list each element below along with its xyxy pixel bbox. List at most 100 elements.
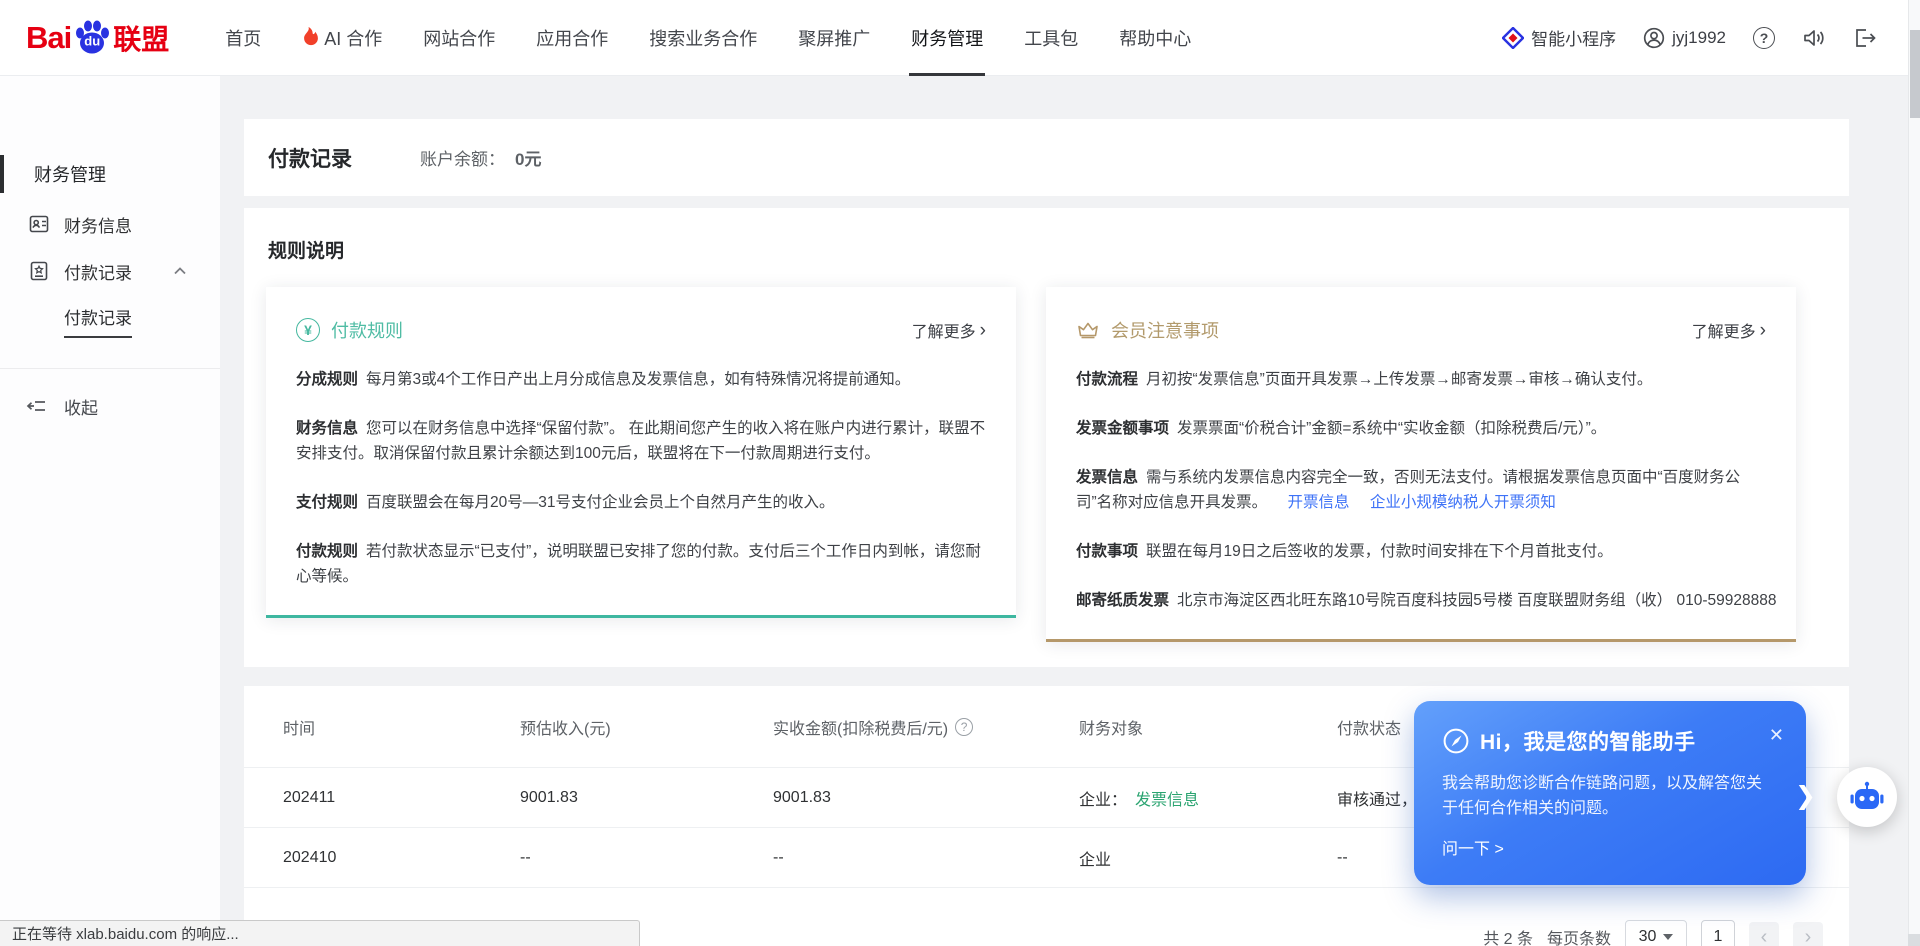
username: jyj1992 [1672,28,1726,48]
rule-item: 付款规则若付款状态显示“已支付”，说明联盟已安排了您的付款。支付后三个工作日内到… [296,539,986,589]
chevron-right-icon: › [980,321,986,340]
small-taxpayer-invoice-guide-link[interactable]: 企业小规模纳税人开票须知 [1370,494,1556,511]
caret-down-icon [1663,934,1673,940]
rule-item: 付款事项联盟在每月19日之后签收的发票，付款时间安排在下个月首批支付。 [1076,539,1766,564]
invoice-info-row-link[interactable]: 发票信息 [1135,792,1199,809]
rule-item: 财务信息您可以在财务信息中选择“保留付款”。 在此期间您产生的收入将在账户内进行… [296,416,986,466]
top-nav-right: 智能小程序 jyj1992 ? [1502,25,1876,50]
col-header-estimated-income: 预估收入(元) [520,715,773,739]
rules-heading: 规则说明 [268,236,1825,263]
main-menu: 首页 AI 合作 网站合作 应用合作 搜索业务合作 聚屏推广 财务管理 工具包 … [225,0,1191,76]
sidebar-collapse-button[interactable]: 收起 [0,392,220,420]
mini-program-entry[interactable]: 智能小程序 [1502,25,1616,50]
scrollbar-corner [1908,934,1920,946]
rule-item: 支付规则百度联盟会在每月20号—31号支付企业会员上个自然月产生的收入。 [296,490,986,515]
cell-time: 202411 [283,789,520,807]
cell-entity: 企业：发票信息 [1079,786,1337,810]
rule-item: 分成规则每月第3或4个工作日产出上月分成信息及发票信息，如有特殊情况将提前通知。 [296,367,986,392]
page-number[interactable]: 1 [1701,920,1735,946]
page-header-card: 付款记录 账户余额： 0元 [244,119,1849,196]
rules-section: 规则说明 ¥ 付款规则 了解更多 › 分成规则每月第3或4个工作日产出上月分成信… [244,208,1849,667]
member-notes-title: 会员注意事项 [1111,317,1219,343]
sidebar-divider [0,368,220,369]
browser-status-bar: 正在等待 xlab.baidu.com 的响应... [0,920,640,946]
mini-program-diamond-icon [1502,27,1524,49]
question-circle-icon[interactable]: ? [955,718,973,736]
rule-item: 邮寄纸质发票北京市海淀区西北旺东路10号院百度科技园5号楼 百度联盟财务组（收）… [1076,588,1766,613]
top-nav: Bai du 联盟 首页 AI 合作 网站合作 [0,0,1920,76]
crown-icon [1076,318,1100,342]
sidebar-item-payment-records[interactable]: 付款记录 [0,257,220,285]
account-balance-label: 账户余额： [420,145,505,170]
page-title: 付款记录 [268,143,352,173]
payment-records-icon [28,260,50,282]
logo-text-bai: Bai [26,20,71,56]
close-icon[interactable]: ✕ [1769,725,1784,746]
pagination: 共 2 条 每页条数 30 1 ‹ › [1483,920,1823,946]
next-page-button[interactable]: › [1793,922,1823,946]
help-icon[interactable]: ? [1753,27,1775,49]
collapse-arrow-icon [26,395,48,417]
payment-rules-more-link[interactable]: 了解更多 › [912,318,986,342]
user-icon [1643,27,1665,49]
assistant-message: 我会帮助您诊断合作链路问题，以及解答您关于任何合作相关的问题。 [1442,771,1776,821]
popup-next-arrow-icon[interactable]: ❯ [1795,781,1816,811]
cell-estimated: 9001.83 [520,789,773,807]
user-account[interactable]: jyj1992 [1643,27,1726,49]
rule-item: 发票信息需与系统内发票信息内容完全一致，否则无法支付。请根据发票信息页面中“百度… [1076,465,1766,515]
coin-yen-icon: ¥ [296,318,320,342]
nav-item-screen-promo[interactable]: 聚屏推广 [798,0,870,76]
status-text: 正在等待 xlab.baidu.com 的响应... [12,923,239,944]
cell-received: -- [773,849,1079,867]
invoice-info-link[interactable]: 开票信息 [1287,494,1349,511]
assistant-chat-button[interactable] [1837,767,1897,827]
rule-item: 付款流程月初按“发票信息”页面开具发票→上传发票→邮寄发票→审核→确认支付。 [1076,367,1766,392]
nav-item-help-center[interactable]: 帮助中心 [1119,0,1191,76]
assistant-popup: Hi，我是您的智能助手 ✕ 我会帮助您诊断合作链路问题，以及解答您关于任何合作相… [1414,701,1806,885]
nav-item-finance[interactable]: 财务管理 [911,0,983,76]
per-page-select[interactable]: 30 [1625,920,1687,946]
scrollbar-thumb[interactable] [1910,30,1920,118]
chevron-right-icon: › [1760,321,1766,340]
nav-item-search-biz[interactable]: 搜索业务合作 [649,0,757,76]
logo-text-du: du [84,33,100,48]
member-notes-card: 会员注意事项 了解更多 › 付款流程月初按“发票信息”页面开具发票→上传发票→邮… [1046,287,1796,642]
per-page-label: 每页条数 [1547,925,1611,946]
nav-item-ai[interactable]: AI 合作 [302,0,382,76]
assistant-title: Hi，我是您的智能助手 [1480,726,1696,756]
sidebar-title: 财务管理 [0,160,220,188]
logout-icon[interactable] [1853,27,1876,49]
rule-item: 发票金额事项发票票面“价税合计”金额=系统中“实收金额（扣除税费后/元）”。 [1076,416,1766,441]
sidebar-subitem-payment-records[interactable]: 付款记录 [0,307,220,335]
baidu-paw-icon: du [72,19,112,57]
chevron-up-icon [172,263,188,279]
nav-item-home[interactable]: 首页 [225,0,261,76]
col-header-received-amount: 实收金额(扣除税费后/元) ? [773,715,1079,739]
compass-icon [1442,727,1470,755]
payment-rules-card: ¥ 付款规则 了解更多 › 分成规则每月第3或4个工作日产出上月分成信息及发票信… [266,287,1016,618]
col-header-time: 时间 [283,715,520,739]
robot-icon [1849,780,1885,814]
cell-received: 9001.83 [773,789,1079,807]
baidu-union-logo[interactable]: Bai du 联盟 [26,18,169,58]
finance-info-icon [28,213,50,235]
cell-estimated: -- [520,849,773,867]
col-header-finance-entity: 财务对象 [1079,715,1337,739]
prev-page-button[interactable]: ‹ [1749,922,1779,946]
sidebar-item-finance-info[interactable]: 财务信息 [0,210,220,238]
sound-icon[interactable] [1802,27,1826,49]
member-notes-more-link[interactable]: 了解更多 › [1692,318,1766,342]
nav-item-website[interactable]: 网站合作 [423,0,495,76]
nav-item-toolkit[interactable]: 工具包 [1024,0,1078,76]
sidebar: 财务管理 财务信息 付款记录 [0,76,220,946]
ask-now-link[interactable]: 问一下 > [1442,835,1778,859]
flame-icon [302,27,319,48]
baidu-union-finance-page: Bai du 联盟 首页 AI 合作 网站合作 [0,0,1920,946]
cell-time: 202410 [283,849,520,867]
total-count: 共 2 条 [1483,925,1533,946]
payment-rules-title: 付款规则 [331,317,403,343]
nav-item-app[interactable]: 应用合作 [536,0,608,76]
account-balance-value: 0元 [515,145,541,170]
vertical-scrollbar[interactable] [1908,0,1920,946]
cell-entity: 企业 [1079,846,1337,870]
